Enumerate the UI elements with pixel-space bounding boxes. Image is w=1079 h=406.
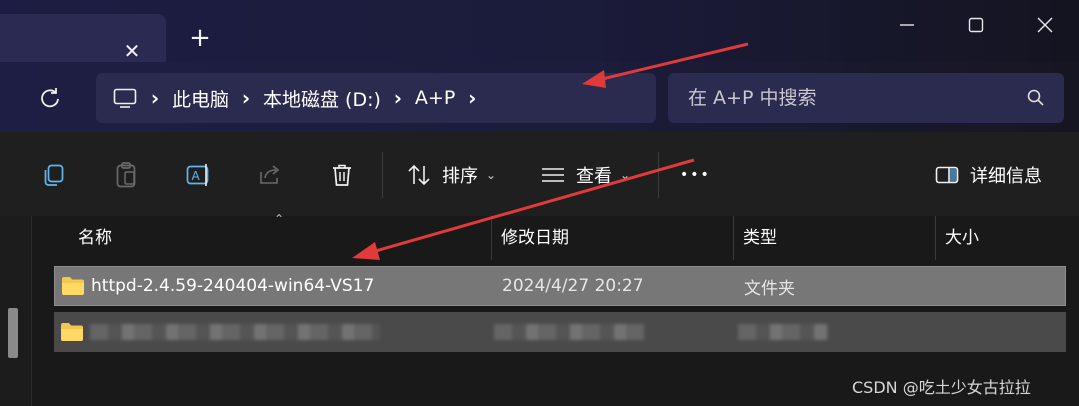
breadcrumb-a-plus-p[interactable]: A+P	[415, 73, 455, 123]
file-type: 文件夹	[744, 278, 795, 299]
watermark: CSDN @吃土少女古拉拉	[852, 378, 1031, 397]
sort-button[interactable]: 排序 ⌄	[406, 158, 496, 192]
breadcrumb-this-pc[interactable]: 此电脑	[172, 73, 229, 123]
file-row[interactable]: httpd-2.4.59-240404-win64-VS17 2024/4/27…	[54, 266, 1066, 306]
toolbar-divider	[658, 152, 659, 198]
column-header-type[interactable]: 类型	[733, 216, 935, 260]
command-bar: A 排序 ⌄ 查看 ⌄ ••• 详细信息	[0, 132, 1079, 216]
breadcrumb-separator-icon[interactable]: ›	[138, 86, 172, 110]
search-input[interactable]	[688, 87, 1008, 109]
column-header-size[interactable]: 大小	[935, 216, 1065, 260]
navigation-row: › 此电脑 › 本地磁盘 (D:) › A+P ›	[0, 62, 1079, 132]
details-pane-button[interactable]: 详细信息	[934, 158, 1042, 192]
column-header-name[interactable]: 名称	[68, 216, 490, 260]
share-icon	[260, 165, 280, 184]
new-tab-button[interactable]: +	[186, 25, 214, 53]
paste-button[interactable]	[112, 158, 140, 192]
breadcrumb-local-disk-d[interactable]: 本地磁盘 (D:)	[263, 73, 381, 123]
details-label: 详细信息	[970, 166, 1042, 187]
refresh-icon[interactable]	[36, 84, 64, 112]
view-list-icon	[542, 168, 564, 182]
search-icon[interactable]	[1026, 88, 1046, 108]
maximize-button[interactable]	[953, 8, 999, 42]
file-row-redacted[interactable]	[54, 312, 1066, 352]
breadcrumb-expand-icon[interactable]: ›	[455, 86, 489, 110]
redacted-file-type	[738, 324, 828, 340]
paste-icon	[116, 162, 136, 188]
details-pane-icon	[935, 166, 959, 184]
trash-icon	[333, 164, 351, 186]
sort-label: 排序	[442, 166, 478, 187]
share-button[interactable]	[256, 158, 284, 192]
scrollbar-thumb[interactable]	[8, 308, 18, 358]
minimize-icon	[900, 24, 914, 26]
search-box[interactable]	[668, 73, 1064, 123]
more-options-button[interactable]: •••	[680, 158, 711, 192]
maximize-icon	[968, 17, 984, 33]
folder-icon	[61, 323, 83, 341]
title-bar: ✕ +	[0, 0, 1079, 63]
breadcrumb-separator-icon[interactable]: ›	[229, 86, 263, 110]
folder-icon	[62, 277, 84, 295]
delete-button[interactable]	[328, 158, 356, 192]
sort-icon	[408, 164, 430, 186]
tab-current[interactable]: ✕	[0, 14, 166, 63]
view-label: 查看	[576, 166, 612, 187]
redacted-file-name	[90, 324, 380, 340]
close-icon	[1037, 17, 1053, 33]
computer-icon[interactable]	[112, 85, 138, 111]
toolbar-divider	[382, 152, 383, 198]
view-button[interactable]: 查看 ⌄	[540, 158, 630, 192]
chevron-down-icon: ⌄	[486, 168, 497, 182]
breadcrumb-separator-icon[interactable]: ›	[381, 86, 415, 110]
more-icon: •••	[680, 167, 711, 183]
file-name: httpd-2.4.59-240404-win64-VS17	[91, 276, 375, 296]
close-window-button[interactable]	[1022, 8, 1068, 42]
column-header-modified[interactable]: 修改日期	[491, 216, 733, 260]
minimize-button[interactable]	[884, 8, 930, 42]
address-bar[interactable]: › 此电脑 › 本地磁盘 (D:) › A+P ›	[96, 73, 656, 123]
file-modified: 2024/4/27 20:27	[502, 276, 644, 296]
svg-text:A: A	[192, 169, 201, 183]
navigation-pane[interactable]	[0, 216, 32, 406]
rename-button[interactable]: A	[184, 158, 214, 192]
chevron-down-icon: ⌄	[620, 168, 631, 182]
copy-icon	[44, 164, 64, 186]
tab-close-icon[interactable]: ✕	[120, 39, 144, 63]
redacted-file-modified	[494, 324, 644, 340]
copy-button[interactable]	[40, 158, 68, 192]
rename-icon: A	[186, 164, 209, 186]
